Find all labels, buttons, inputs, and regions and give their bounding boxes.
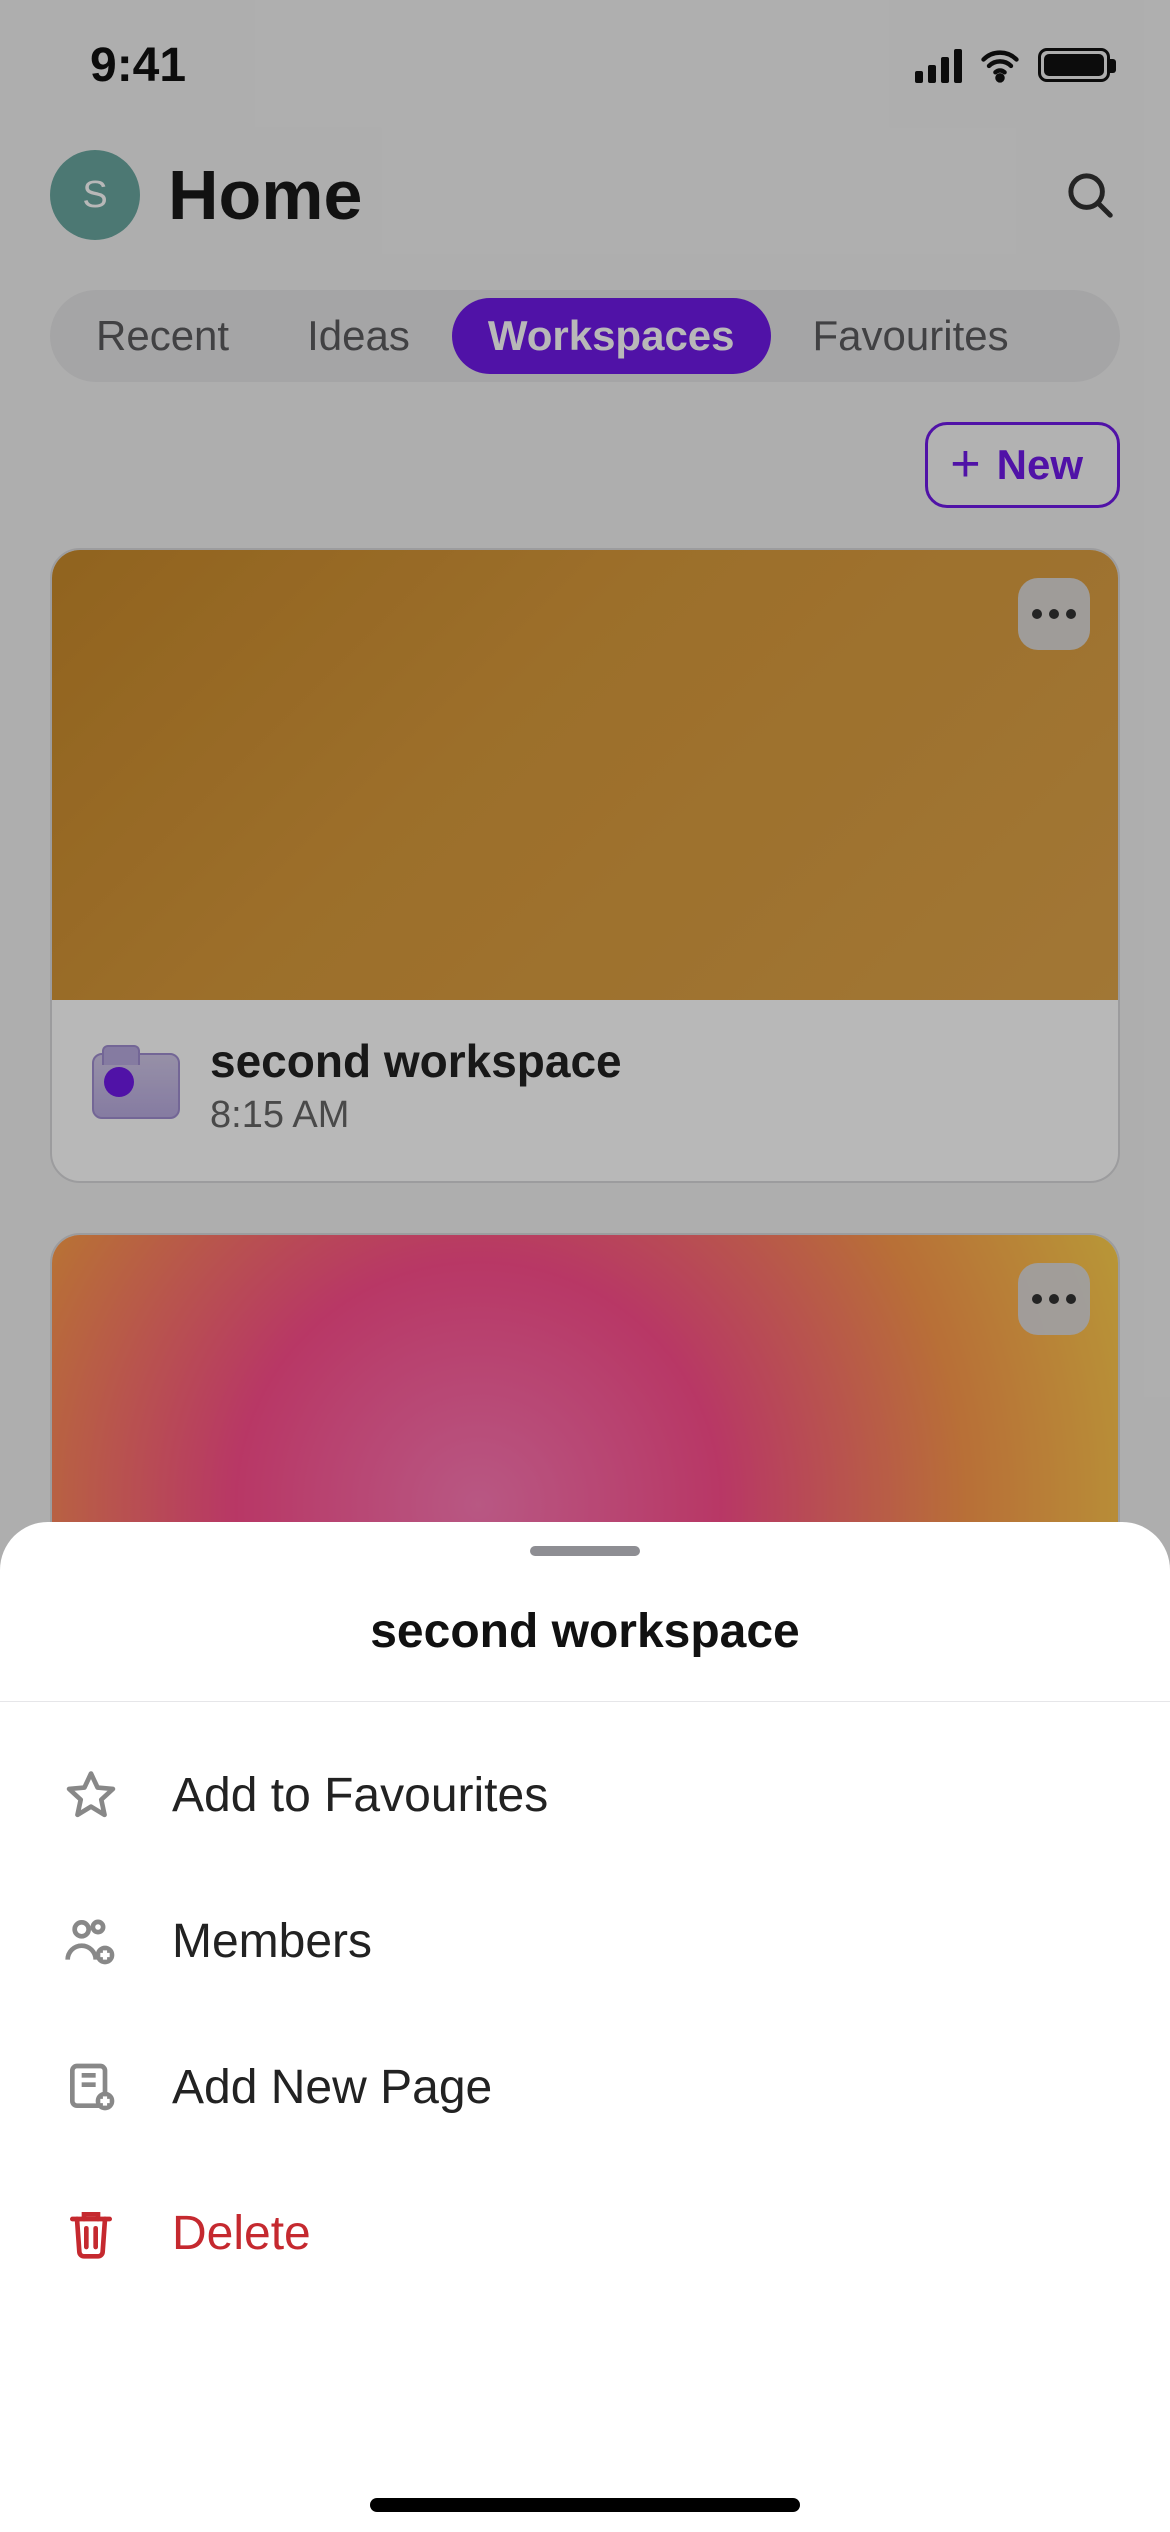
home-indicator[interactable]: [370, 2498, 800, 2512]
sheet-item-label: Add to Favourites: [172, 1768, 548, 1823]
action-sheet: second workspace Add to Favourites Membe…: [0, 1522, 1170, 2532]
members-icon: [60, 1910, 122, 1972]
sheet-item-members[interactable]: Members: [0, 1868, 1170, 2014]
sheet-item-add-new-page[interactable]: Add New Page: [0, 2014, 1170, 2160]
star-icon: [60, 1764, 122, 1826]
sheet-grabber[interactable]: [530, 1546, 640, 1556]
sheet-item-label: Add New Page: [172, 2060, 492, 2115]
sheet-title: second workspace: [0, 1556, 1170, 1702]
sheet-item-delete[interactable]: Delete: [0, 2160, 1170, 2306]
sheet-options: Add to Favourites Members: [0, 1702, 1170, 2326]
sheet-item-add-to-favourites[interactable]: Add to Favourites: [0, 1722, 1170, 1868]
sheet-item-label: Members: [172, 1914, 372, 1969]
sheet-item-label: Delete: [172, 2206, 311, 2261]
new-page-icon: [60, 2056, 122, 2118]
trash-icon: [60, 2202, 122, 2264]
